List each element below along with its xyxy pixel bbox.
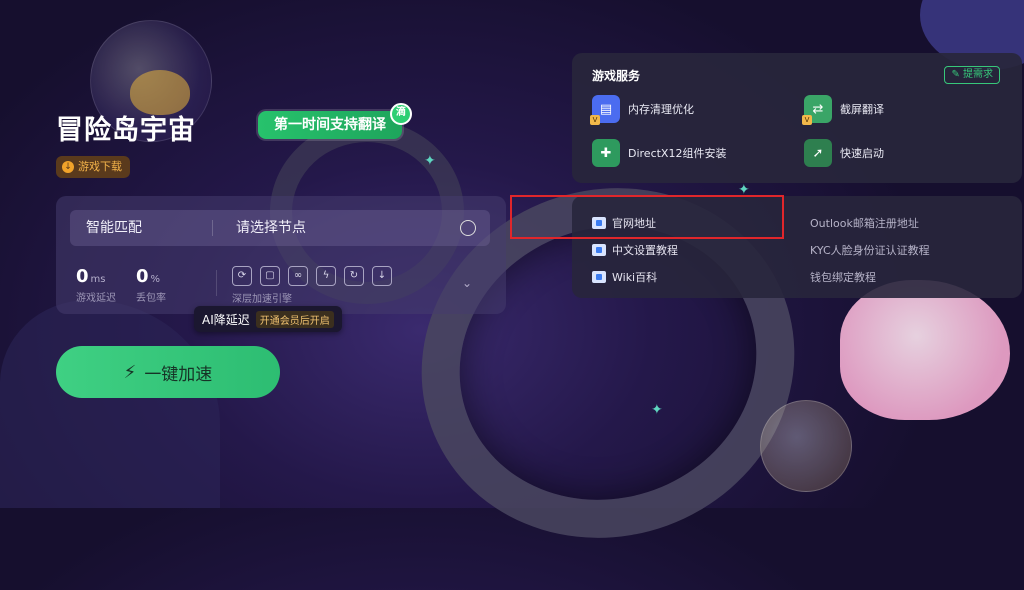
deep-engine-label: 深层加速引擎 bbox=[232, 294, 292, 305]
translate-support-badge: 第一时间支持翻译 滴 bbox=[258, 103, 412, 139]
link-chinese-setup-guide[interactable]: 中文设置教程 bbox=[592, 242, 678, 258]
ai-latency-tooltip: AI降延迟 开通会员后开启 bbox=[194, 306, 342, 332]
latency-unit: ms bbox=[90, 274, 106, 285]
link-wiki[interactable]: Wiki百科 bbox=[592, 269, 657, 285]
link-outlook-register[interactable]: Outlook邮箱注册地址 bbox=[810, 215, 919, 231]
link-label: KYC人脸身份证认证教程 bbox=[810, 244, 930, 257]
link-icon bbox=[592, 244, 606, 256]
boost-icon[interactable]: ϟ bbox=[316, 266, 336, 286]
screenshot-translate-icon: ⇄ V bbox=[802, 95, 832, 125]
game-services-panel: 游戏服务 ✎ 提需求 ▤ V 内存清理优化 ⇄ V 截屏翻译 ✚ DirectX12… bbox=[572, 53, 1022, 183]
memory-clean-icon: ▤ V bbox=[590, 95, 620, 125]
node-selector[interactable]: 智能匹配 请选择节点 bbox=[70, 210, 490, 246]
service-label: DirectX12组件安装 bbox=[628, 147, 727, 160]
service-label: 截屏翻译 bbox=[840, 103, 884, 116]
loop-icon[interactable]: ∞ bbox=[288, 266, 308, 286]
service-quick-launch[interactable]: ➚ 快速启动 bbox=[804, 139, 884, 167]
star-icon: ✦ bbox=[651, 402, 663, 418]
bolt-icon: ⚡ bbox=[123, 361, 137, 383]
ai-tooltip-text: AI降延迟 bbox=[202, 312, 250, 327]
service-label: 快速启动 bbox=[840, 147, 884, 160]
latency-stat: 0 ms 游戏延迟 bbox=[76, 266, 116, 304]
link-label: 钱包绑定教程 bbox=[810, 271, 876, 284]
link-wallet-bind-guide[interactable]: 钱包绑定教程 bbox=[810, 269, 876, 285]
loss-unit: % bbox=[150, 274, 161, 285]
game-title: 冒险岛宇宙 bbox=[56, 115, 196, 146]
loss-label: 丢包率 bbox=[136, 293, 166, 304]
globe-icon[interactable] bbox=[460, 220, 476, 236]
smart-match-mode[interactable]: 智能匹配 bbox=[86, 210, 142, 246]
vip-tag-icon: V bbox=[590, 115, 600, 125]
link-label: Wiki百科 bbox=[612, 271, 658, 284]
game-download-button[interactable]: ↓ 游戏下载 bbox=[56, 156, 130, 178]
accelerate-button-label: 一键加速 bbox=[144, 364, 213, 385]
service-memory-clean[interactable]: ▤ V 内存清理优化 bbox=[590, 95, 694, 125]
divider bbox=[216, 270, 217, 296]
highlight-box bbox=[510, 195, 784, 239]
refresh-icon[interactable]: ↻ bbox=[344, 266, 364, 286]
link-label: Outlook邮箱注册地址 bbox=[810, 217, 919, 230]
engine-tools: ⟳ ▢ ∞ ϟ ↻ ↓ bbox=[232, 266, 392, 286]
latency-value: 0 bbox=[76, 266, 89, 287]
download-circle-icon[interactable]: ↓ bbox=[372, 266, 392, 286]
link-icon[interactable]: ⟳ bbox=[232, 266, 252, 286]
request-label: 提需求 bbox=[963, 69, 993, 80]
latency-label: 游戏延迟 bbox=[76, 293, 116, 304]
ai-tooltip-tag: 开通会员后开启 bbox=[255, 310, 334, 328]
star-icon: ✦ bbox=[424, 153, 436, 169]
services-title: 游戏服务 bbox=[592, 69, 641, 83]
quick-launch-icon: ➚ bbox=[804, 139, 832, 167]
request-feature-button[interactable]: ✎ 提需求 bbox=[944, 66, 1000, 84]
divider bbox=[212, 220, 213, 236]
service-label: 内存清理优化 bbox=[628, 103, 694, 116]
link-label: 中文设置教程 bbox=[612, 244, 678, 257]
one-click-accelerate-button[interactable]: ⚡ 一键加速 bbox=[56, 346, 280, 398]
loss-value: 0 bbox=[136, 266, 149, 287]
link-icon bbox=[592, 271, 606, 283]
link-kyc-guide[interactable]: KYC人脸身份证认证教程 bbox=[810, 242, 930, 258]
chevron-down-icon[interactable]: ⌄ bbox=[462, 276, 472, 290]
character-silhouette-decoration bbox=[0, 300, 220, 508]
service-directx-install[interactable]: ✚ DirectX12组件安装 bbox=[592, 139, 726, 167]
vip-tag-icon: V bbox=[802, 115, 812, 125]
translate-mini-icon: 滴 bbox=[390, 103, 412, 125]
helmet-mascot-decoration bbox=[760, 400, 852, 492]
game-download-label: 游戏下载 bbox=[78, 160, 122, 173]
directx-install-icon: ✚ bbox=[592, 139, 620, 167]
translate-badge-label: 第一时间支持翻译 bbox=[274, 117, 386, 133]
download-icon: ↓ bbox=[62, 161, 74, 173]
packet-loss-stat: 0% 丢包率 bbox=[136, 266, 166, 304]
window-icon[interactable]: ▢ bbox=[260, 266, 280, 286]
accelerator-panel: 智能匹配 请选择节点 0 ms 游戏延迟 0% 丢包率 ⟳ ▢ ∞ ϟ ↻ ↓ 深… bbox=[56, 196, 506, 314]
node-select-placeholder[interactable]: 请选择节点 bbox=[236, 210, 306, 246]
service-screenshot-translate[interactable]: ⇄ V 截屏翻译 bbox=[802, 95, 884, 125]
pink-mascot-decoration bbox=[840, 280, 1010, 420]
